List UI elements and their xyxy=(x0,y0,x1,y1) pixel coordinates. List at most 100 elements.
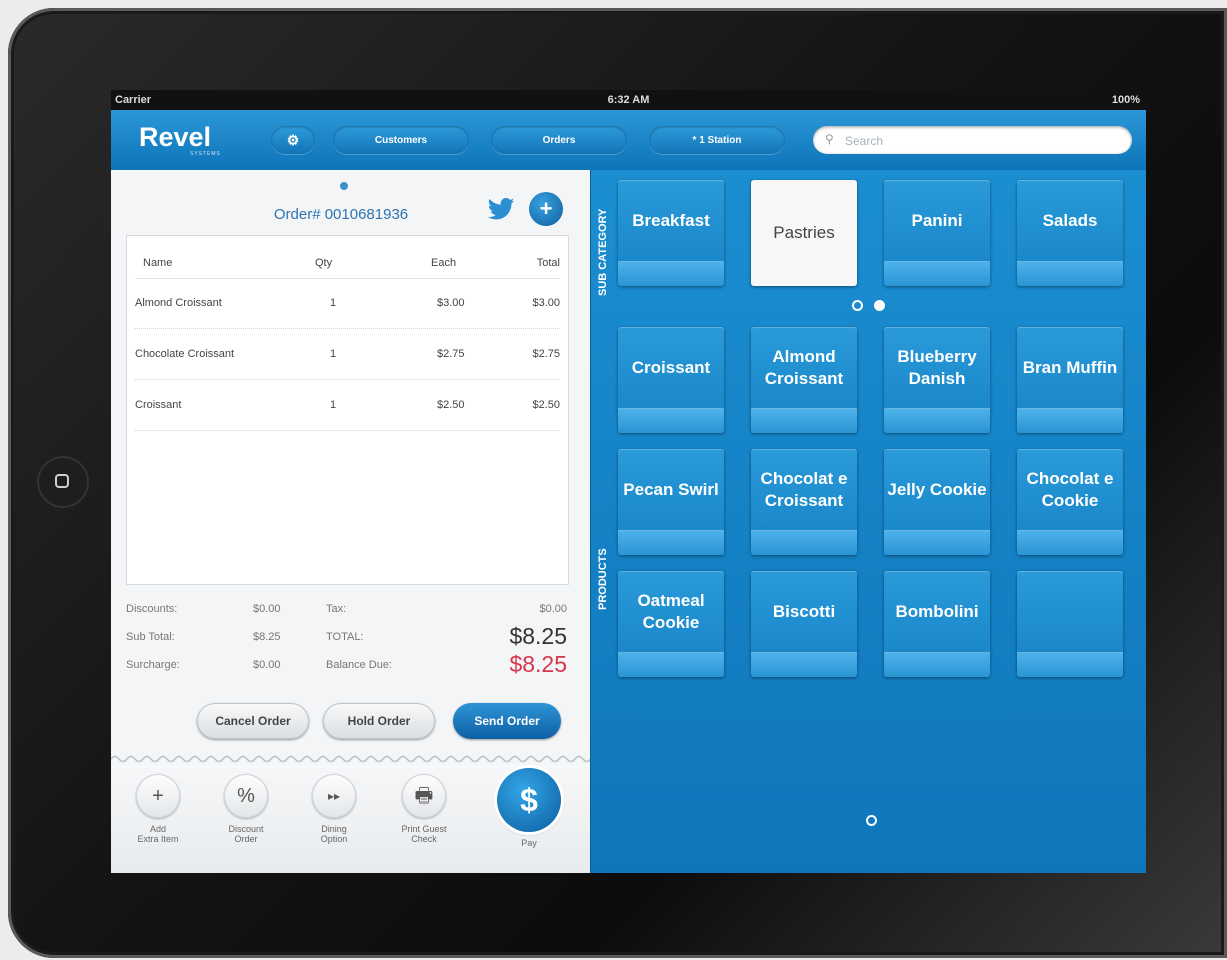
printer-icon: 🖶 xyxy=(402,774,446,818)
dining-option-button[interactable]: ▸▸ Dining Option xyxy=(299,774,369,844)
item-total: $2.75 xyxy=(532,348,560,360)
item-qty: 1 xyxy=(330,297,337,309)
products-page-dot[interactable] xyxy=(866,815,877,826)
item-name: Chocolate Croissant xyxy=(135,348,235,360)
item-total: $3.00 xyxy=(532,297,560,309)
station-button[interactable]: * 1 Station xyxy=(649,126,785,154)
product-tile[interactable]: Pecan Swirl xyxy=(618,449,724,555)
item-each: $2.50 xyxy=(437,399,465,411)
product-tile[interactable]: Chocolat e Croissant xyxy=(751,449,857,555)
subcategory-tile-pastries[interactable]: Pastries xyxy=(751,180,857,286)
action-label: Order xyxy=(234,834,258,844)
action-label: Option xyxy=(320,834,348,844)
table-header: Name Qty Each Total xyxy=(135,248,560,279)
table-row[interactable]: Almond Croissant 1 $3.00 $3.00 xyxy=(135,278,560,329)
settings-button[interactable]: ⚙ xyxy=(271,126,315,154)
action-label: Pay xyxy=(521,838,537,848)
search-input[interactable] xyxy=(843,130,1127,152)
order-number: Order# 0010681936 xyxy=(273,206,409,223)
surcharge-label: Surcharge: xyxy=(126,659,180,671)
product-tile[interactable]: Jelly Cookie xyxy=(884,449,990,555)
home-button[interactable] xyxy=(37,456,89,508)
subcategory-tile-salads[interactable]: Salads xyxy=(1017,180,1123,286)
product-panel: SUB CATEGORY PRODUCTS Breakfast Pastries… xyxy=(590,170,1146,873)
tax-value: $0.00 xyxy=(539,603,567,615)
page-indicator-dot-active[interactable] xyxy=(874,300,885,311)
item-each: $2.75 xyxy=(437,348,465,360)
item-each: $3.00 xyxy=(437,297,465,309)
app-screen: Carrier 6:32 AM 100% Revel SYSTEMS ⚙ Cus… xyxy=(111,90,1146,873)
top-toolbar: Revel SYSTEMS ⚙ Customers Orders * 1 Sta… xyxy=(111,110,1146,170)
product-tile[interactable]: Oatmeal Cookie xyxy=(618,571,724,677)
table-row[interactable]: Croissant 1 $2.50 $2.50 xyxy=(135,380,560,431)
print-guest-check-button[interactable]: 🖶 Print Guest Check xyxy=(389,774,459,844)
tax-label: Tax: xyxy=(326,603,347,615)
product-tile[interactable] xyxy=(1017,571,1123,677)
col-qty: Qty xyxy=(315,257,333,269)
discounts-label: Discounts: xyxy=(126,603,178,615)
hold-order-button[interactable]: Hold Order xyxy=(323,703,435,739)
item-name: Almond Croissant xyxy=(135,297,222,309)
product-tile[interactable]: Croissant xyxy=(618,327,724,433)
pay-button[interactable]: $ Pay xyxy=(489,768,569,848)
product-tile[interactable]: Almond Croissant xyxy=(751,327,857,433)
item-qty: 1 xyxy=(330,348,337,360)
total-label: TOTAL: xyxy=(326,631,364,643)
col-name: Name xyxy=(143,257,173,269)
home-square-icon xyxy=(55,474,69,488)
search-icon: ⚲ xyxy=(825,132,834,146)
status-time: 6:32 AM xyxy=(607,94,650,106)
action-label: Print Guest xyxy=(401,824,447,834)
cancel-order-button[interactable]: Cancel Order xyxy=(197,703,309,739)
balance-label: Balance Due: xyxy=(326,659,393,671)
product-tile[interactable]: Bran Muffin xyxy=(1017,327,1123,433)
action-label: Extra Item xyxy=(137,834,179,844)
search-box: ⚲ xyxy=(813,126,1132,154)
subcategory-tile-breakfast[interactable]: Breakfast xyxy=(618,180,724,286)
surcharge-value: $0.00 xyxy=(253,659,281,671)
battery-level: 100% xyxy=(1111,94,1140,106)
add-extra-item-button[interactable]: + Add Extra Item xyxy=(123,774,193,844)
action-bar: + Add Extra Item % Discount Order ▸▸ Din… xyxy=(111,764,590,873)
product-tile[interactable]: Biscotti xyxy=(751,571,857,677)
action-label: Check xyxy=(411,834,437,844)
send-order-button[interactable]: Send Order xyxy=(453,703,561,739)
fast-forward-icon: ▸▸ xyxy=(312,774,356,818)
subtotal-value: $8.25 xyxy=(253,631,281,643)
subcategory-tile-panini[interactable]: Panini xyxy=(884,180,990,286)
tear-divider xyxy=(111,755,590,763)
subtotal-label: Sub Total: xyxy=(126,631,175,643)
logo-subtitle: SYSTEMS xyxy=(190,151,221,157)
page-indicator-dot[interactable] xyxy=(852,300,863,311)
percent-icon: % xyxy=(224,774,268,818)
order-table: Name Qty Each Total Almond Croissant 1 $… xyxy=(126,235,569,585)
col-each: Each xyxy=(431,257,457,269)
col-total: Total xyxy=(536,257,560,269)
action-label: Discount xyxy=(228,824,264,834)
subcategory-label: SUB CATEGORY xyxy=(597,208,609,296)
orders-button[interactable]: Orders xyxy=(491,126,627,154)
customers-button[interactable]: Customers xyxy=(333,126,469,154)
table-row[interactable]: Chocolate Croissant 1 $2.75 $2.75 xyxy=(135,329,560,380)
product-tile[interactable]: Chocolat e Cookie xyxy=(1017,449,1123,555)
revel-logo: Revel xyxy=(139,122,212,152)
item-name: Croissant xyxy=(135,399,182,411)
discount-order-button[interactable]: % Discount Order xyxy=(211,774,281,844)
status-bar: Carrier 6:32 AM 100% xyxy=(111,90,1146,110)
item-qty: 1 xyxy=(330,399,337,411)
dollar-icon: $ xyxy=(497,768,561,832)
discounts-value: $0.00 xyxy=(253,603,281,615)
balance-value: $8.25 xyxy=(509,651,567,677)
products-label: PRODUCTS xyxy=(597,548,609,610)
add-order-button[interactable]: + xyxy=(529,192,563,226)
product-tile[interactable]: Blueberry Danish xyxy=(884,327,990,433)
plus-icon: + xyxy=(136,774,180,818)
action-label: Add xyxy=(149,824,166,834)
product-tile[interactable]: Bombolini xyxy=(884,571,990,677)
total-value: $8.25 xyxy=(509,623,567,649)
order-panel: Order# 0010681936 + Name Qty Each Total … xyxy=(111,170,590,873)
item-total: $2.50 xyxy=(532,399,560,411)
twitter-icon[interactable] xyxy=(487,198,515,220)
gear-icon: ⚙ xyxy=(286,131,300,148)
action-label: Dining xyxy=(321,824,347,834)
